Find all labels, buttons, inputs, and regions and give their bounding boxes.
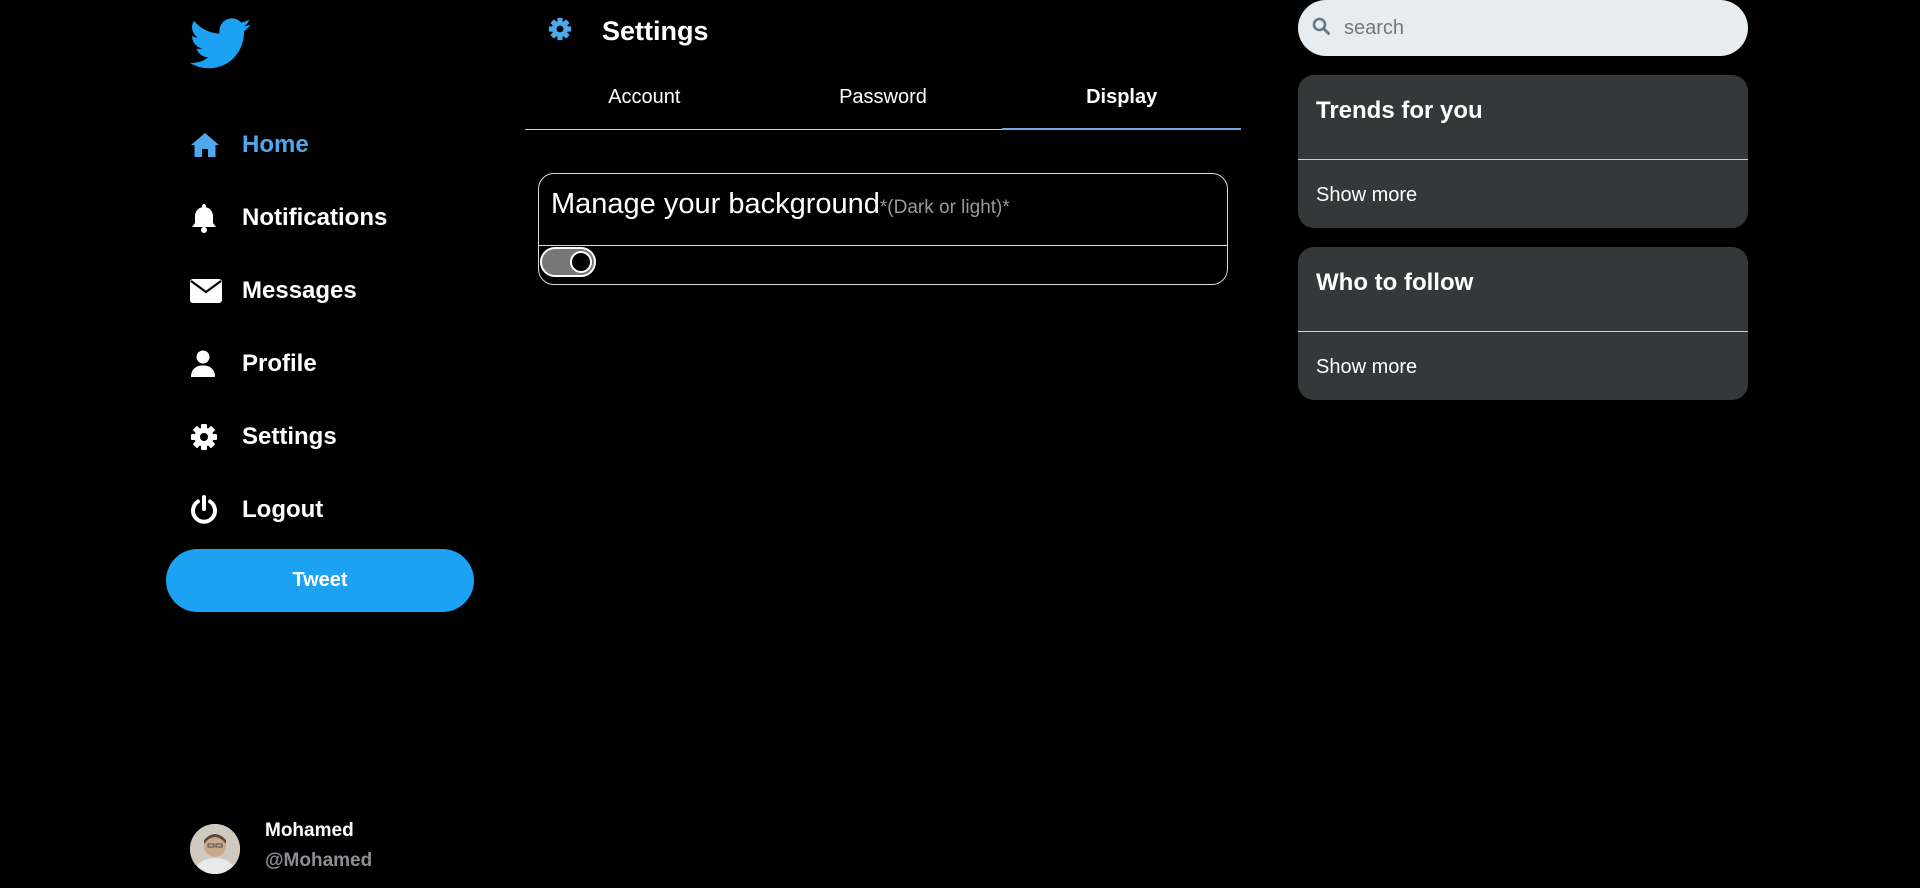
tweet-button[interactable]: Tweet — [166, 549, 474, 612]
trends-show-more-link[interactable]: Show more — [1298, 160, 1748, 228]
background-setting-header: Manage your background*(Dark or light)* — [539, 174, 1227, 246]
sidebar-item-home[interactable]: Home — [190, 108, 510, 181]
who-to-follow-panel: Who to follow Show more — [1298, 247, 1748, 400]
gear-icon — [190, 421, 222, 453]
sidebar-nav: Home Notifications Messages Profile Sett… — [190, 108, 510, 546]
search-bar[interactable] — [1298, 0, 1748, 56]
sidebar-item-label: Home — [242, 130, 309, 158]
settings-tabs: Account Password Display — [525, 70, 1241, 130]
trends-panel: Trends for you Show more — [1298, 75, 1748, 228]
twitter-logo-icon[interactable] — [189, 18, 256, 72]
gear-icon — [548, 17, 572, 46]
sidebar-item-label: Profile — [242, 349, 317, 377]
avatar — [190, 824, 240, 874]
background-setting-hint: *(Dark or light)* — [879, 197, 1010, 218]
envelope-icon — [190, 275, 222, 307]
background-mode-toggle[interactable] — [540, 247, 596, 277]
tab-display[interactable]: Display — [1002, 70, 1241, 130]
search-icon — [1312, 17, 1330, 40]
home-icon — [190, 129, 222, 161]
search-input[interactable] — [1342, 15, 1722, 41]
sidebar-item-logout[interactable]: Logout — [190, 473, 510, 546]
sidebar-item-label: Messages — [242, 276, 357, 304]
background-setting-card: Manage your background*(Dark or light)* — [538, 173, 1228, 285]
sidebar-item-label: Logout — [242, 495, 324, 523]
user-icon — [190, 348, 222, 380]
sidebar-item-label: Settings — [242, 422, 337, 450]
sidebar-item-settings[interactable]: Settings — [190, 400, 510, 473]
who-to-follow-title: Who to follow — [1298, 247, 1748, 332]
background-setting-title: Manage your background — [551, 188, 880, 220]
sidebar-item-messages[interactable]: Messages — [190, 254, 510, 327]
trends-title: Trends for you — [1298, 75, 1748, 160]
user-name: Mohamed — [265, 820, 354, 841]
bell-icon — [190, 202, 222, 234]
sidebar-item-profile[interactable]: Profile — [190, 327, 510, 400]
tab-password[interactable]: Password — [764, 70, 1003, 129]
who-to-follow-show-more-link[interactable]: Show more — [1298, 332, 1748, 400]
tab-account[interactable]: Account — [525, 70, 764, 129]
page-title: Settings — [602, 16, 709, 46]
sidebar-item-label: Notifications — [242, 203, 388, 231]
settings-header: Settings — [548, 16, 709, 47]
toggle-knob — [570, 251, 592, 273]
power-icon — [190, 494, 222, 526]
sidebar-item-notifications[interactable]: Notifications — [190, 181, 510, 254]
user-handle: @Mohamed — [265, 850, 373, 871]
